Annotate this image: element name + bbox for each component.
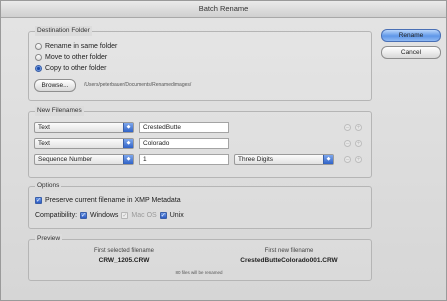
checkbox-label: Preserve current filename in XMP Metadat… — [45, 197, 181, 204]
radio-button-icon[interactable] — [35, 43, 42, 50]
first-new-filename-label: First new filename — [264, 248, 314, 254]
new-filenames-label: New Filenames — [35, 106, 84, 116]
preview-label: Preview — [35, 234, 63, 244]
destination-folder-group: Destination Folder Rename in same folder… — [28, 26, 372, 101]
radio-copy-other-folder[interactable]: Copy to other folder — [35, 65, 106, 72]
options-label: Options — [35, 181, 62, 191]
checkmark-icon[interactable]: ✓ — [159, 212, 167, 219]
compatibility-row: Compatibility: ✓ Windows ✓ Mac OS ✓ Unix — [35, 212, 184, 219]
dropdown-arrow-icon: ◆ — [123, 155, 133, 164]
radio-button-icon[interactable] — [35, 54, 42, 61]
rename-button[interactable]: Rename — [381, 29, 441, 42]
minus-icon[interactable]: – — [344, 156, 351, 163]
browse-button[interactable]: Browse... — [34, 79, 76, 92]
sequence-digits-select[interactable]: Three Digits ◆ — [234, 154, 334, 165]
checkmark-icon[interactable]: ✓ — [80, 212, 88, 219]
filename-type-select-3[interactable]: Sequence Number ◆ — [34, 154, 134, 165]
select-value: Sequence Number — [38, 156, 93, 163]
minus-icon[interactable]: – — [344, 124, 351, 131]
batch-rename-window: Batch Rename Rename Cancel Destination F… — [0, 0, 447, 301]
radio-rename-same-folder[interactable]: Rename in same folder — [35, 43, 117, 50]
destination-folder-label: Destination Folder — [35, 26, 92, 36]
minus-icon[interactable]: – — [344, 140, 351, 147]
dropdown-arrow-icon: ◆ — [323, 155, 333, 164]
preserve-filename-checkbox[interactable]: ✓ Preserve current filename in XMP Metad… — [35, 197, 181, 204]
radio-label: Rename in same folder — [45, 43, 118, 50]
preview-group: Preview First selected filename CRW_1205… — [28, 234, 372, 281]
files-count-note: 80 files will be renamed — [175, 270, 223, 275]
first-selected-filename-label: First selected filename — [93, 248, 155, 254]
radio-move-other-folder[interactable]: Move to other folder — [35, 54, 107, 61]
filename-type-select-2[interactable]: Text ◆ — [34, 138, 134, 149]
first-selected-filename-value: CRW_1205.CRW — [98, 257, 150, 264]
first-new-filename-value: CrestedButteColorado001.CRW — [240, 257, 338, 264]
window-title: Batch Rename — [1, 1, 446, 18]
cancel-button[interactable]: Cancel — [381, 46, 441, 59]
filename-type-select-1[interactable]: Text ◆ — [34, 122, 134, 133]
radio-label: Copy to other folder — [45, 65, 107, 72]
sequence-start-field[interactable]: 1 — [139, 154, 229, 165]
unix-label: Unix — [169, 212, 184, 219]
plus-icon[interactable]: + — [355, 124, 362, 131]
select-value: Three Digits — [238, 156, 274, 163]
compatibility-label: Compatibility: — [35, 212, 78, 219]
macos-label: Mac OS — [131, 212, 157, 219]
filename-text-field-1[interactable]: CrestedButte — [139, 122, 229, 133]
new-filenames-group: New Filenames Text ◆ CrestedButte – + Te… — [28, 106, 372, 178]
windows-label: Windows — [90, 212, 119, 219]
select-value: Text — [38, 140, 50, 147]
filename-text-field-2[interactable]: Colorado — [139, 138, 229, 149]
radio-label: Move to other folder — [45, 54, 108, 61]
checkmark-icon: ✓ — [121, 212, 129, 219]
dropdown-arrow-icon: ◆ — [123, 123, 133, 132]
plus-icon[interactable]: + — [355, 156, 362, 163]
radio-button-selected-icon[interactable] — [35, 65, 42, 72]
dropdown-arrow-icon: ◆ — [123, 139, 133, 148]
options-group: Options ✓ Preserve current filename in X… — [28, 181, 372, 229]
checkmark-icon[interactable]: ✓ — [35, 197, 42, 204]
destination-path: /Users/peterbauer/Documents/Renamedimage… — [84, 82, 192, 88]
select-value: Text — [38, 124, 50, 131]
plus-icon[interactable]: + — [355, 140, 362, 147]
